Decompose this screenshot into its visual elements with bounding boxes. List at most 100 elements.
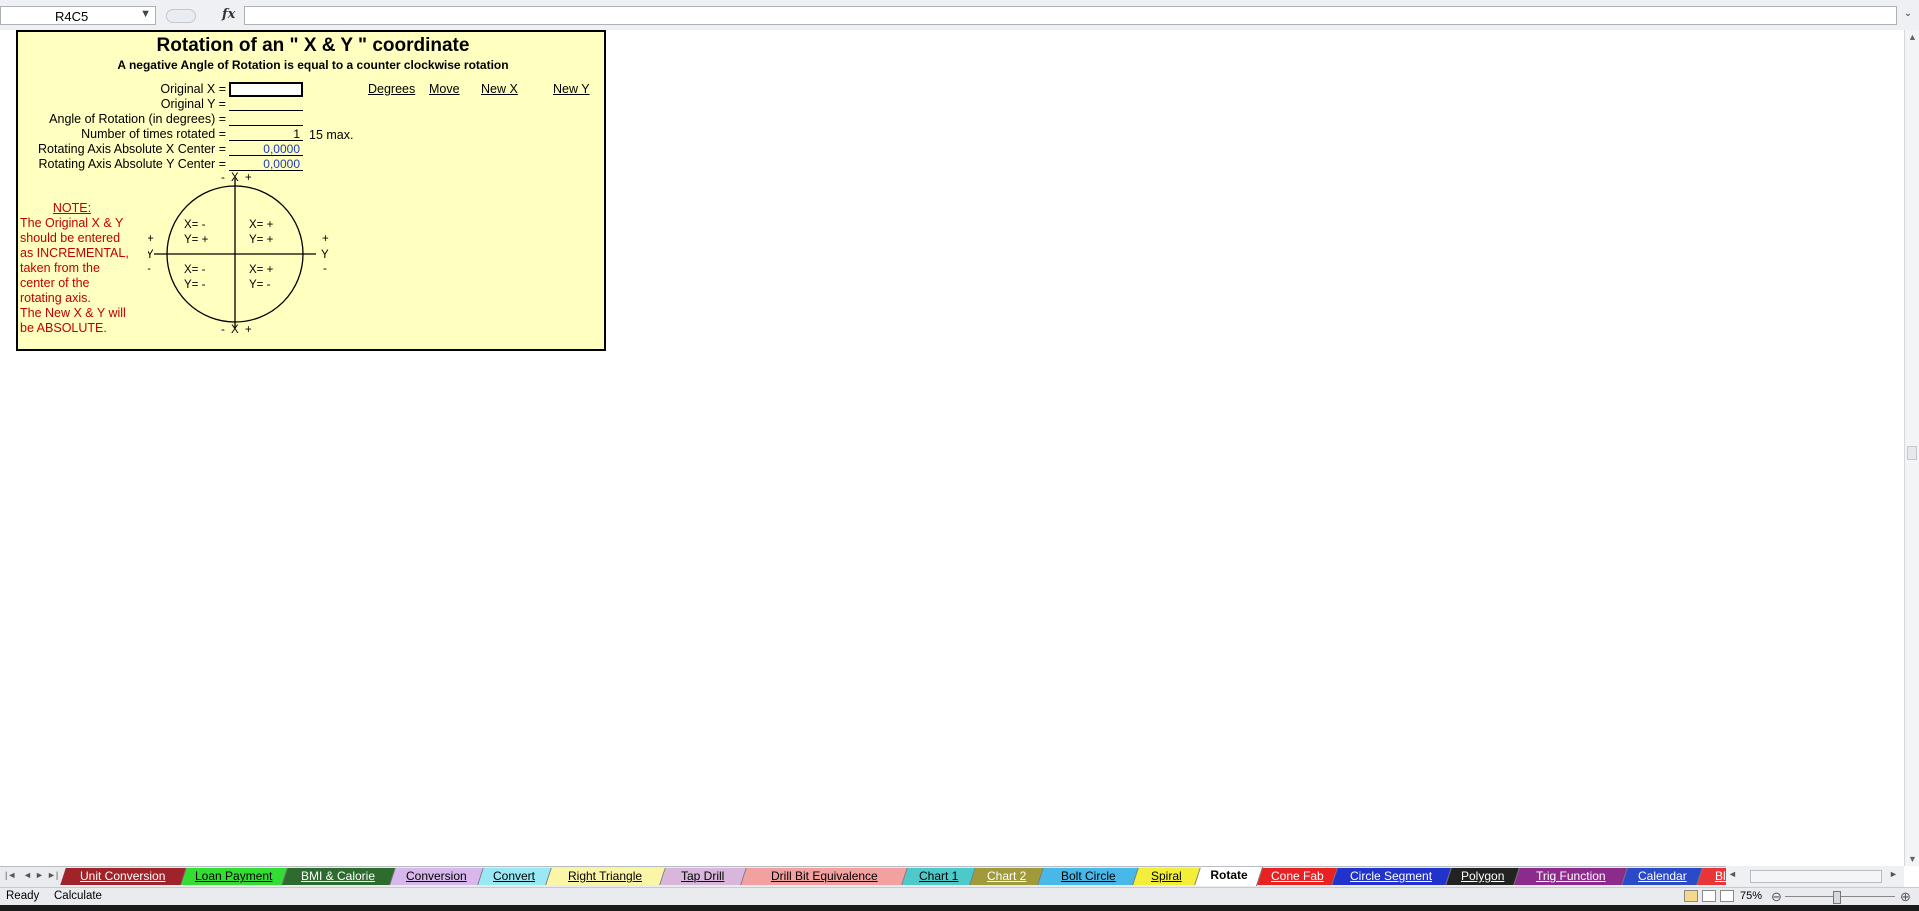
tab-convert[interactable]: Convert bbox=[478, 868, 552, 885]
scroll-thumb[interactable] bbox=[1907, 446, 1917, 460]
tab-unit-conversion[interactable]: Unit Conversion bbox=[60, 868, 187, 885]
note-line: The New X & Y will bbox=[20, 306, 126, 320]
note-line: center of the bbox=[20, 276, 90, 290]
tab-label: Loan Payment bbox=[195, 869, 273, 883]
tab-tap-drill[interactable]: Tap Drill bbox=[660, 868, 747, 885]
tab-circle-segment[interactable]: Circle Segment bbox=[1332, 868, 1452, 885]
zoom-out-icon[interactable]: ⊖ bbox=[1771, 889, 1782, 905]
original-x-input[interactable] bbox=[229, 82, 303, 97]
input-label: Rotating Axis Absolute X Center = bbox=[38, 142, 226, 156]
input-row-original-x: Original X = bbox=[18, 82, 226, 97]
tab-label: Bolt Circle bbox=[1060, 869, 1116, 883]
tab-label: Circle Segment bbox=[1350, 869, 1433, 883]
note-line: rotating axis. bbox=[20, 291, 91, 305]
angle-input[interactable] bbox=[229, 112, 303, 126]
axis-sign: - bbox=[221, 324, 225, 335]
tab-label: Unit Conversion bbox=[80, 869, 166, 883]
tab-polygon[interactable]: Polygon bbox=[1446, 868, 1520, 885]
tab-chart-1[interactable]: Chart 1 bbox=[902, 868, 976, 885]
axis-sign: + bbox=[245, 172, 252, 184]
tab-bmi-calorie[interactable]: BMI & Calorie bbox=[282, 868, 396, 885]
axis-label: Y bbox=[321, 249, 329, 261]
formula-bar-handle[interactable] bbox=[166, 9, 196, 23]
scroll-thumb[interactable] bbox=[1750, 870, 1882, 883]
name-box-value: R4C5 bbox=[55, 9, 89, 24]
tab-right-triangle[interactable]: Right Triangle bbox=[546, 868, 666, 885]
page-layout-view-icon[interactable] bbox=[1702, 890, 1716, 902]
status-bar: Ready Calculate 75% ⊖ ⊕ bbox=[0, 887, 1919, 906]
tab-label: Polygon bbox=[1460, 869, 1505, 883]
zoom-slider-handle[interactable] bbox=[1833, 891, 1841, 904]
x-center-input[interactable]: 0,0000 bbox=[229, 142, 303, 156]
tab-drill-bit-equivalence[interactable]: Drill Bit Equivalence bbox=[741, 868, 908, 885]
tab-conversion[interactable]: Conversion bbox=[390, 868, 484, 885]
scroll-down-icon[interactable]: ▼ bbox=[1905, 852, 1919, 866]
tab-rotate[interactable]: Rotate bbox=[1194, 867, 1264, 886]
tab-chart-2[interactable]: Chart 2 bbox=[970, 868, 1044, 885]
column-header-move: Move bbox=[429, 82, 460, 96]
input-label: Angle of Rotation (in degrees) = bbox=[49, 112, 226, 126]
original-y-input[interactable] bbox=[229, 97, 303, 111]
quadrant-2-y: Y= + bbox=[184, 234, 209, 246]
quadrant-1-y: Y= + bbox=[249, 234, 274, 246]
axis-sign: - bbox=[221, 172, 225, 184]
name-box[interactable]: R4C5 ▼ bbox=[0, 6, 156, 25]
quadrant-4-x: X= + bbox=[249, 264, 274, 276]
sheet-tab-bar: |◄ ◄ ► ►| Unit Conversion Loan Payment BMI… bbox=[0, 866, 1904, 887]
axis-label: X bbox=[231, 324, 239, 335]
note-block: NOTE: The Original X & Y should be enter… bbox=[20, 201, 140, 336]
rotation-calculator-panel: Rotation of an " X & Y " coordinate A ne… bbox=[16, 30, 606, 351]
fx-icon[interactable]: fx bbox=[222, 7, 235, 22]
column-header-new-y: New Y bbox=[553, 82, 590, 96]
note-line: should be entered bbox=[20, 231, 121, 245]
status-calculate[interactable]: Calculate bbox=[54, 890, 102, 902]
tab-next-icon[interactable]: ► bbox=[35, 870, 44, 880]
zoom-level[interactable]: 75% bbox=[1740, 890, 1762, 902]
tab-cone-fab[interactable]: Cone Fab bbox=[1257, 868, 1338, 885]
tab-label: Trig Function bbox=[1535, 869, 1606, 883]
status-ready: Ready bbox=[6, 890, 40, 902]
tab-spiral[interactable]: Spiral bbox=[1133, 868, 1201, 885]
note-title: NOTE: bbox=[52, 201, 92, 215]
axis-label: X bbox=[231, 172, 239, 184]
taskbar-edge bbox=[0, 905, 1919, 911]
tab-calendar[interactable]: Calendar bbox=[1622, 868, 1703, 885]
input-label: Original X = bbox=[160, 82, 226, 96]
max-note: 15 max. bbox=[309, 128, 354, 142]
tab-last-icon[interactable]: ►| bbox=[47, 870, 58, 880]
axis-label: Y bbox=[148, 249, 154, 261]
normal-view-icon[interactable] bbox=[1684, 890, 1698, 902]
tab-label: Drill Bit Equivalence bbox=[770, 869, 878, 883]
chevron-down-icon[interactable]: ⌄ bbox=[1901, 8, 1915, 23]
formula-buttons: fx bbox=[160, 6, 242, 25]
tab-label: Conversion bbox=[406, 869, 467, 883]
scroll-right-icon[interactable]: ► bbox=[1889, 869, 1898, 879]
note-line: be ABSOLUTE. bbox=[20, 321, 107, 335]
input-row-angle: Angle of Rotation (in degrees) = bbox=[18, 112, 226, 127]
tab-loan-payment[interactable]: Loan Payment bbox=[181, 868, 288, 885]
scroll-up-icon[interactable]: ▲ bbox=[1905, 30, 1919, 44]
note-line: The Original X & Y bbox=[20, 216, 124, 230]
tab-trig-function[interactable]: Trig Function bbox=[1514, 868, 1628, 885]
tab-bolt-circle[interactable]: Bolt Circle bbox=[1038, 868, 1139, 885]
zoom-in-icon[interactable]: ⊕ bbox=[1900, 889, 1911, 905]
horizontal-scrollbar[interactable]: ◄ ► bbox=[1726, 866, 1904, 886]
chevron-down-icon[interactable]: ▼ bbox=[140, 8, 151, 20]
tab-label: Chart 1 bbox=[918, 869, 959, 883]
tab-prev-icon[interactable]: ◄ bbox=[23, 870, 32, 880]
times-rotated-input[interactable]: 1 bbox=[229, 127, 303, 141]
y-center-input[interactable]: 0,0000 bbox=[229, 157, 303, 171]
scroll-left-icon[interactable]: ◄ bbox=[1728, 869, 1737, 879]
tab-first-icon[interactable]: |◄ bbox=[5, 870, 16, 880]
tab-label: Spiral bbox=[1151, 869, 1182, 883]
quadrant-3-x: X= - bbox=[184, 264, 206, 276]
page-break-view-icon[interactable] bbox=[1720, 890, 1734, 902]
formula-bar: R4C5 ▼ fx ⌄ bbox=[0, 0, 1919, 31]
axis-sign: + bbox=[245, 324, 252, 335]
vertical-scrollbar[interactable]: ▲ ▼ bbox=[1904, 30, 1919, 866]
tab-label: Calendar bbox=[1637, 869, 1687, 883]
column-header-degrees: Degrees bbox=[368, 82, 416, 96]
tab-label: Tap Drill bbox=[681, 869, 725, 883]
formula-input[interactable] bbox=[244, 6, 1897, 25]
quadrant-3-y: Y= - bbox=[184, 279, 206, 291]
